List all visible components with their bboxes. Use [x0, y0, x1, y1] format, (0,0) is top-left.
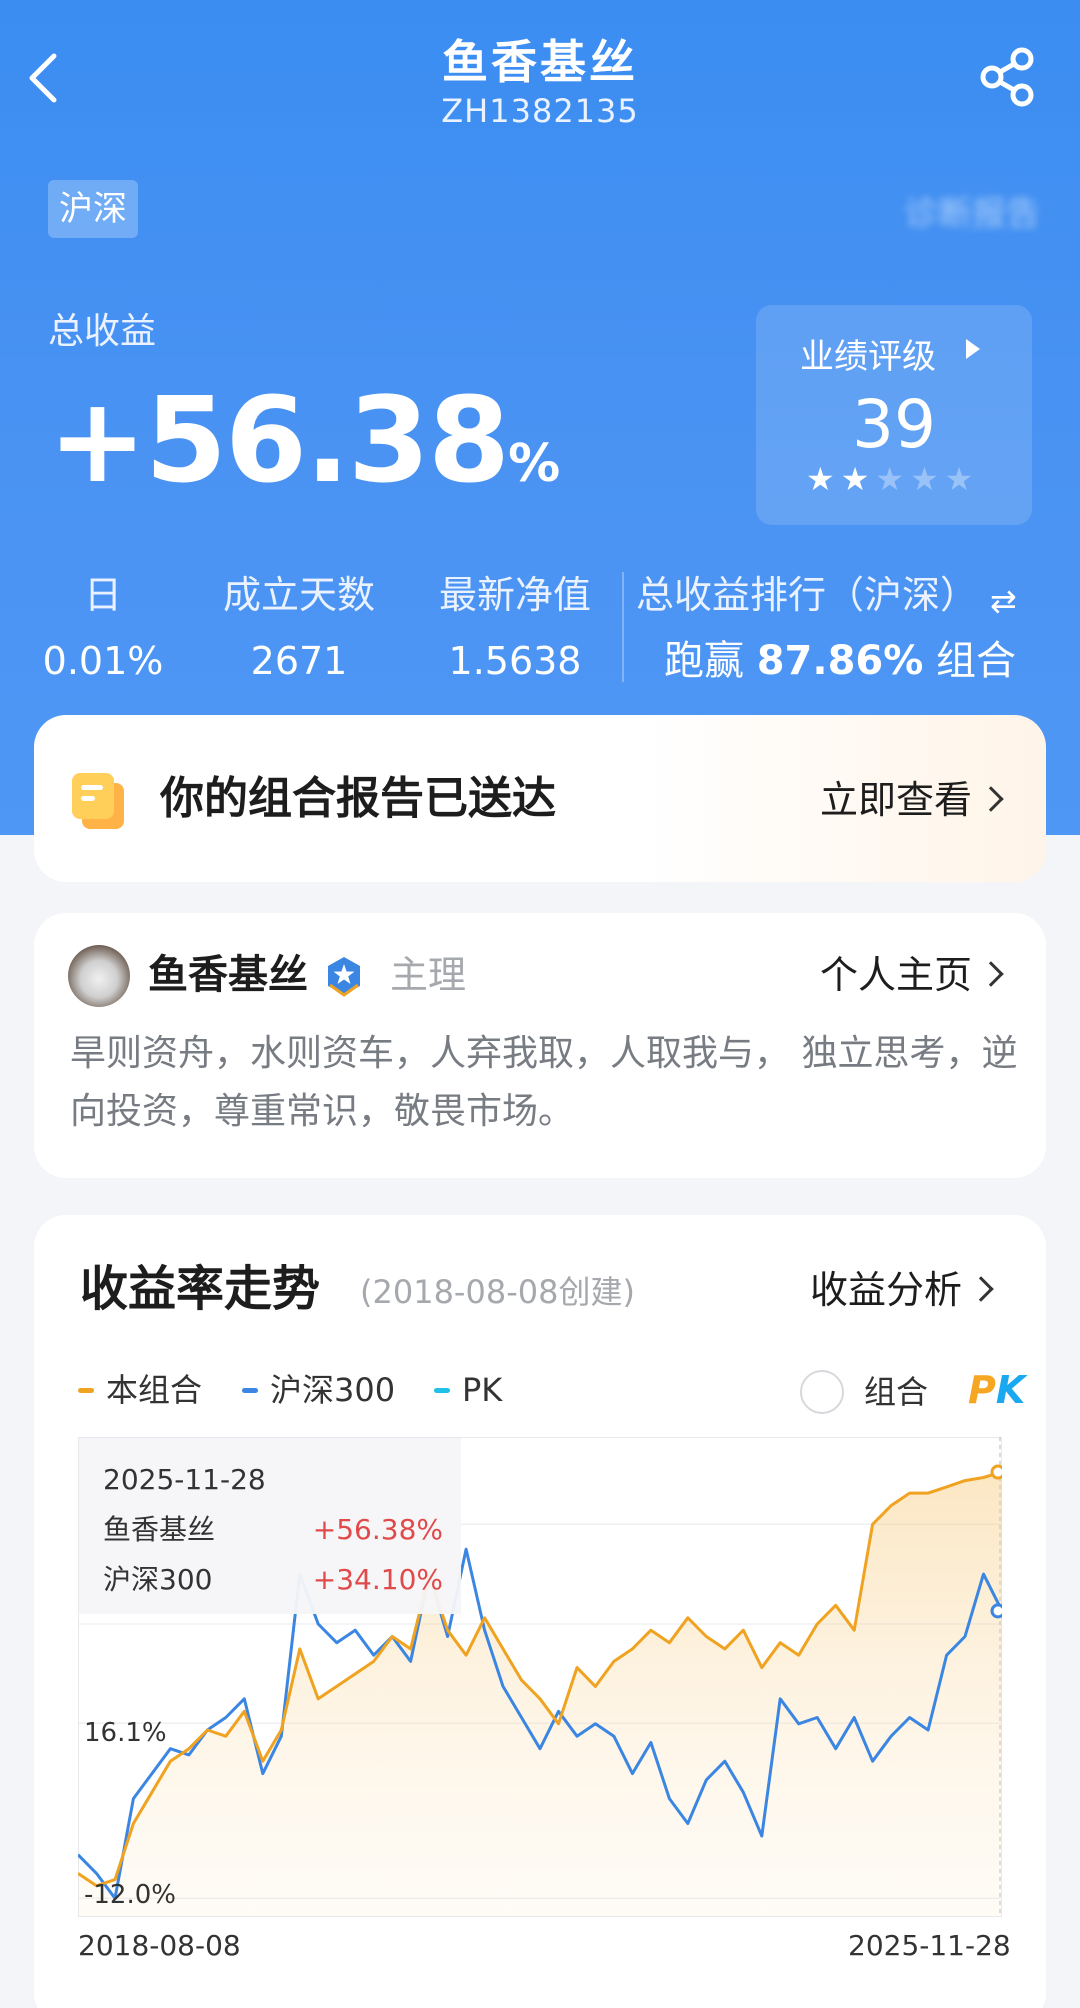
page-title: 鱼香基丝 — [442, 35, 638, 89]
total-return-number: +56.38 — [48, 371, 510, 509]
divider — [622, 572, 624, 682]
report-title: 你的组合报告已送达 — [160, 773, 556, 824]
y-tick-label: -12.0% — [84, 1880, 176, 1910]
pk-logo-k: K — [995, 1368, 1026, 1412]
returns-analysis-link[interactable]: 收益分析 — [810, 1261, 994, 1319]
avatar[interactable] — [68, 945, 130, 1007]
homepage-link[interactable]: 个人主页 — [820, 947, 1004, 1003]
tooltip-row: 沪深300 +34.10% — [103, 1560, 443, 1600]
rating-score: 39 — [852, 386, 936, 463]
rank-suffix: 组合 — [936, 638, 1017, 684]
share-button[interactable] — [978, 45, 1036, 109]
legend-swatch — [434, 1387, 450, 1393]
series-endpoint — [990, 1464, 1002, 1480]
author-name[interactable]: 鱼香基丝 — [148, 947, 308, 1003]
tooltip-row: 鱼香基丝 +56.38% — [103, 1510, 443, 1550]
star-filled-icon: ★ — [806, 460, 835, 498]
summary-header: 鱼香基丝 ZH1382135 沪深 诊断报告 总收益 +56.38% 业绩评级 … — [0, 0, 1080, 835]
market-tag: 沪深 — [48, 180, 138, 238]
star-empty-icon: ★ — [875, 460, 905, 498]
pk-radio[interactable] — [800, 1370, 844, 1414]
y-tick-label: 16.1% — [84, 1718, 167, 1748]
stat-days: 成立天数 2671 — [206, 570, 392, 686]
profile-card: 鱼香基丝 主理 个人主页 旱则资舟，水则资车，人弃我取，人取我与， 独立思考，逆… — [34, 913, 1046, 1178]
rank-percent: 87.86% — [756, 638, 924, 684]
blurred-link[interactable]: 诊断报告 — [760, 186, 1040, 234]
created-date: (2018-08-08创建) — [360, 1273, 635, 1311]
legend-item-portfolio[interactable]: 本组合 — [78, 1370, 202, 1410]
chart-tooltip: 2025-11-28 鱼香基丝 +56.38% 沪深300 +34.10% — [79, 1438, 461, 1614]
chevron-right-icon — [978, 785, 1004, 812]
star-empty-icon: ★ — [944, 460, 974, 498]
legend-swatch — [78, 1387, 94, 1393]
report-icon — [72, 773, 124, 829]
stat-label: 日 — [83, 573, 122, 617]
total-return-unit: % — [508, 434, 561, 494]
legend-swatch — [242, 1387, 258, 1393]
pk-label: 组合 — [864, 1373, 929, 1411]
stat-daily: 日 0.01% — [28, 570, 178, 686]
chevron-right-icon — [978, 960, 1004, 987]
stat-nav: 最新净值 1.5638 — [420, 570, 610, 686]
rating-label: 业绩评级 — [800, 337, 936, 377]
returns-chart-card: 收益率走势 (2018-08-08创建) 收益分析 本组合 沪深300 PK 组… — [34, 1215, 1046, 2008]
view-now-link[interactable]: 立即查看 — [820, 773, 1004, 827]
stat-label: 成立天数 — [222, 573, 375, 617]
stat-value: 0.01% — [42, 639, 164, 683]
tooltip-date: 2025-11-28 — [103, 1463, 266, 1496]
report-card[interactable]: 你的组合报告已送达 立即查看 — [34, 715, 1046, 882]
rank-prefix: 跑赢 — [664, 638, 744, 684]
star-filled-icon: ★ — [840, 460, 870, 498]
chart-title: 收益率走势 — [80, 1261, 321, 1317]
pk-logo: PK — [968, 1365, 1025, 1415]
x-end-label: 2025-11-28 — [848, 1929, 1011, 1962]
role-label: 主理 — [390, 953, 467, 997]
legend-label: 沪深300 — [270, 1371, 396, 1409]
rating-stars: ★ ★ ★ ★ ★ — [806, 463, 973, 495]
legend-item-pk[interactable]: PK — [434, 1370, 502, 1410]
total-return-label: 总收益 — [48, 311, 157, 352]
chevron-right-icon — [968, 1275, 994, 1302]
author-bio: 旱则资舟，水则资车，人弃我取，人取我与， 独立思考，逆向投资，尊重常识，敬畏市场… — [70, 1033, 1018, 1132]
returns-analysis-label: 收益分析 — [810, 1268, 963, 1312]
rating-card[interactable]: 业绩评级 39 ★ ★ ★ ★ ★ — [756, 305, 1032, 525]
swap-icon[interactable]: ⇄ — [990, 582, 1017, 620]
verified-badge-icon — [328, 957, 360, 997]
stat-value: 1.5638 — [448, 639, 582, 683]
rank-label: 总收益排行（沪深） — [636, 573, 979, 617]
tooltip-series-name: 鱼香基丝 — [103, 1513, 216, 1546]
tooltip-series-name: 沪深300 — [103, 1563, 213, 1596]
total-return-value: +56.38% — [48, 380, 560, 524]
pk-logo-p: P — [968, 1368, 996, 1412]
series-endpoint — [990, 1603, 1002, 1619]
legend-item-index[interactable]: 沪深300 — [242, 1370, 395, 1410]
tooltip-series-value: +56.38% — [312, 1513, 443, 1546]
play-arrow-icon — [966, 339, 980, 359]
portfolio-code: ZH1382135 — [441, 92, 639, 130]
rank-value: 跑赢 87.86% 组合 — [664, 636, 1016, 686]
stat-value: 2671 — [250, 639, 348, 683]
view-now-label: 立即查看 — [820, 778, 973, 822]
tooltip-series-value: +34.10% — [312, 1563, 443, 1596]
share-icon — [980, 47, 1034, 107]
star-empty-icon: ★ — [910, 460, 939, 498]
legend-label: 本组合 — [106, 1371, 203, 1409]
stat-label: 最新净值 — [438, 573, 591, 617]
x-start-label: 2018-08-08 — [78, 1929, 241, 1962]
legend-label: PK — [462, 1371, 503, 1409]
homepage-label: 个人主页 — [820, 953, 973, 997]
